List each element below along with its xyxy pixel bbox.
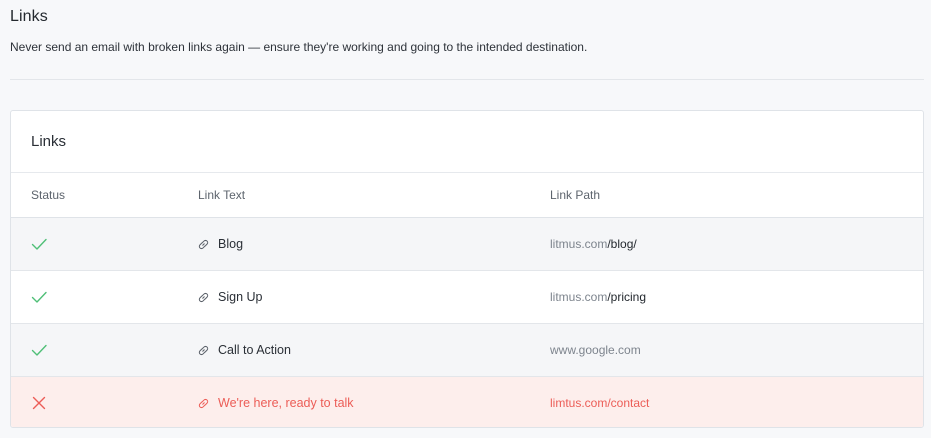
card-title: Links [31, 133, 67, 150]
link-icon [198, 398, 209, 408]
table-row[interactable]: Blog litmus.com/blog/ [11, 218, 923, 271]
link-path-route: /blog/ [607, 237, 637, 251]
link-path[interactable]: limtus.com/contact [550, 396, 649, 410]
link-icon [198, 345, 209, 355]
links-page: Links Never send an email with broken li… [0, 0, 931, 438]
check-icon [31, 289, 47, 305]
links-card: Links Status Link Text Link Path Blog lit… [10, 110, 924, 428]
link-text-cell[interactable]: We're here, ready to talk [197, 395, 354, 411]
link-path-domain: limtus.com/contact [550, 396, 650, 410]
column-header-link-text[interactable]: Link Text [198, 188, 245, 202]
link-text: Call to Action [218, 343, 291, 357]
link-text-cell[interactable]: Sign Up [197, 289, 262, 305]
table-header: Status Link Text Link Path [11, 173, 923, 218]
column-header-status[interactable]: Status [31, 188, 65, 202]
link-text: We're here, ready to talk [218, 396, 354, 410]
page-subtitle: Never send an email with broken links ag… [10, 40, 588, 54]
link-text-cell[interactable]: Call to Action [197, 342, 291, 358]
header-divider [10, 79, 924, 80]
link-path-domain: www.google.com [550, 343, 641, 357]
link-path-domain: litmus.com [550, 290, 608, 304]
table-row[interactable]: We're here, ready to talk limtus.com/cont… [11, 377, 923, 427]
link-path-domain: litmus.com [550, 237, 608, 251]
link-path[interactable]: www.google.com [550, 343, 641, 357]
link-path-route: /pricing [607, 290, 647, 304]
x-icon [31, 395, 47, 411]
table-row[interactable]: Call to Action www.google.com [11, 324, 923, 377]
link-icon [198, 239, 209, 249]
link-icon [198, 292, 209, 302]
page-title: Links [10, 8, 48, 25]
link-path[interactable]: litmus.com/pricing [550, 290, 646, 304]
link-text-cell[interactable]: Blog [197, 236, 243, 252]
table-row[interactable]: Sign Up litmus.com/pricing [11, 271, 923, 324]
link-path[interactable]: litmus.com/blog/ [550, 237, 637, 251]
check-icon [31, 342, 47, 358]
column-header-link-path[interactable]: Link Path [550, 188, 600, 202]
link-text: Sign Up [218, 290, 263, 304]
check-icon [31, 236, 47, 252]
link-text: Blog [218, 237, 244, 251]
